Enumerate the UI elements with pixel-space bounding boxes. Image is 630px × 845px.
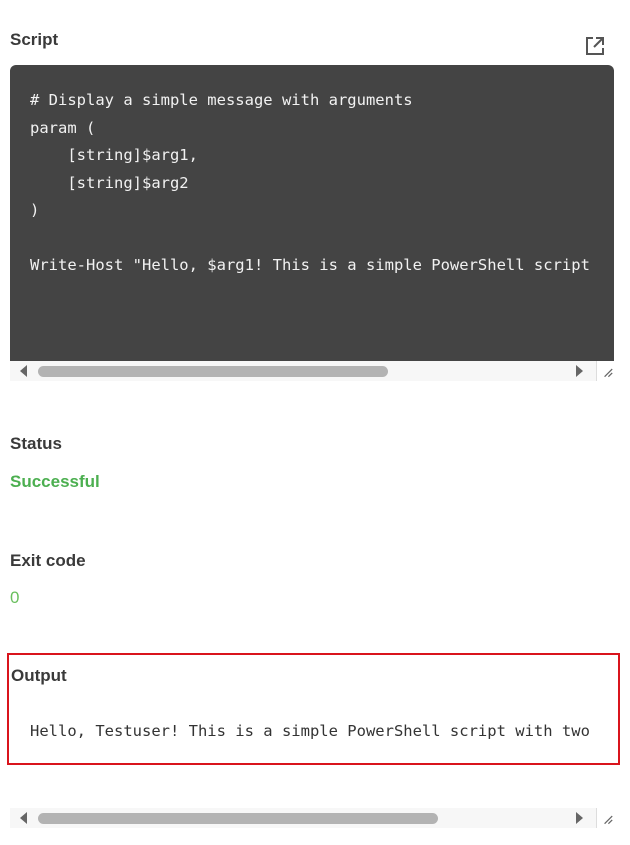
scrollbar-thumb[interactable] — [38, 813, 438, 824]
external-link-icon[interactable] — [584, 35, 606, 57]
status-label: Status — [10, 434, 62, 453]
output-section: Output Hello, Testuser! This is a simple… — [7, 653, 620, 765]
status-value: Successful — [10, 472, 100, 491]
exit-code-value: 0 — [10, 588, 20, 607]
scroll-right-arrow-icon[interactable] — [576, 812, 583, 824]
scroll-right-arrow-icon[interactable] — [576, 365, 583, 377]
scroll-left-arrow-icon[interactable] — [20, 365, 27, 377]
resize-grip-icon[interactable] — [596, 808, 616, 828]
script-horizontal-scrollbar[interactable] — [10, 361, 616, 381]
output-label: Output — [11, 666, 67, 685]
script-code[interactable]: # Display a simple message with argument… — [30, 87, 590, 280]
resize-grip-icon[interactable] — [596, 361, 616, 381]
scrollbar-thumb[interactable] — [38, 366, 388, 377]
script-code-editor[interactable]: # Display a simple message with argument… — [10, 65, 614, 361]
scroll-left-arrow-icon[interactable] — [20, 812, 27, 824]
output-horizontal-scrollbar[interactable] — [10, 808, 616, 828]
exit-code-label: Exit code — [10, 551, 86, 570]
output-text[interactable]: Hello, Testuser! This is a simple PowerS… — [30, 722, 615, 740]
script-label: Script — [10, 30, 59, 49]
